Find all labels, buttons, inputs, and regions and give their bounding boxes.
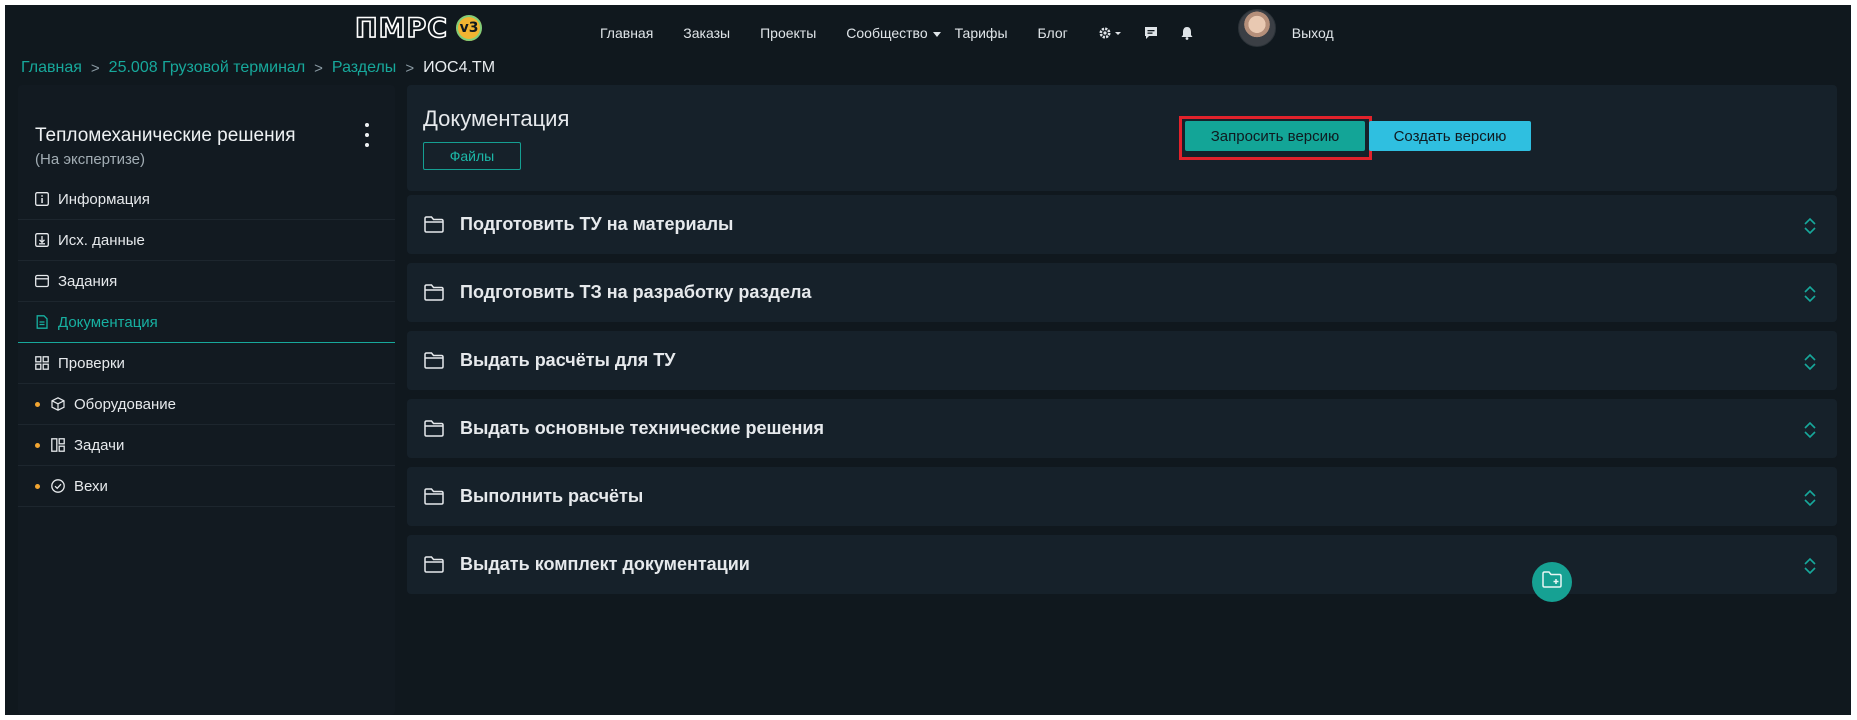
folder-label: Подготовить ТЗ на разработку раздела — [460, 282, 812, 302]
info-icon — [35, 192, 49, 206]
folder-icon — [424, 216, 444, 233]
sidebar-item-label: Вехи — [74, 477, 108, 495]
breadcrumb-current: ИОС4.ТМ — [423, 59, 496, 76]
expand-toggle-icon[interactable] — [1803, 557, 1817, 575]
sidebar-item-label: Задания — [58, 272, 118, 290]
grid-icon — [35, 356, 49, 370]
folder-label: Выдать основные технические решения — [460, 418, 824, 438]
sidebar-menu: Информация Исх. данные Задания Документа… — [18, 179, 395, 507]
nav-projects[interactable]: Проекты — [760, 25, 816, 41]
breadcrumb-separator: > — [90, 59, 100, 77]
sidebar-item-label: Информация — [58, 190, 150, 208]
section-header: Тепломеханические решения (На экспертизе… — [35, 125, 296, 168]
request-version-button[interactable]: Запросить версию — [1185, 121, 1365, 151]
chat-icon[interactable] — [1144, 26, 1158, 40]
add-folder-icon — [1542, 571, 1562, 593]
sidebar-item-equipment[interactable]: Оборудование — [18, 384, 395, 425]
breadcrumb-home[interactable]: Главная — [21, 59, 82, 77]
sidebar-item-label: Оборудование — [74, 395, 177, 413]
section-sidebar: Тепломеханические решения (На экспертизе… — [18, 85, 395, 715]
breadcrumb-separator: > — [405, 59, 415, 77]
app-window: ПМРС v3 Главная Заказы Проекты Сообществ… — [5, 5, 1851, 715]
breadcrumb-sections[interactable]: Разделы — [332, 59, 396, 77]
logo[interactable]: ПМРС v3 — [354, 12, 485, 45]
sidebar-item-label: Документация — [58, 313, 158, 331]
settings-gear-icon[interactable] — [1098, 26, 1122, 40]
status-dot — [35, 483, 40, 489]
folder-row[interactable]: Выполнить расчёты — [407, 467, 1837, 526]
expand-toggle-icon[interactable] — [1803, 421, 1817, 439]
sidebar-item-label: Исх. данные — [58, 231, 145, 249]
check-circle-icon — [51, 479, 65, 493]
nav-tariffs[interactable]: Тарифы — [955, 25, 1008, 41]
folder-row[interactable]: Выдать комплект документации — [407, 535, 1837, 594]
folder-icon — [424, 488, 444, 505]
documentation-header: Документация Файлы Запросить версию Созд… — [407, 85, 1837, 191]
folder-icon — [424, 420, 444, 437]
folder-row[interactable]: Выдать расчёты для ТУ — [407, 331, 1837, 390]
cube-icon — [51, 397, 65, 411]
folder-row[interactable]: Подготовить ТУ на материалы — [407, 195, 1837, 254]
breadcrumb-separator: > — [314, 59, 323, 77]
expand-toggle-icon[interactable] — [1803, 285, 1817, 303]
folder-row[interactable]: Подготовить ТЗ на разработку раздела — [407, 263, 1837, 322]
sidebar-item-documentation[interactable]: Документация — [18, 302, 395, 343]
kanban-icon — [51, 438, 65, 452]
nav-community[interactable]: Сообщество — [846, 25, 940, 41]
breadcrumb-project[interactable]: 25.008 Грузовой терминал — [109, 59, 305, 77]
folder-list: Подготовить ТУ на материалы Подготовить … — [407, 195, 1837, 603]
status-dot — [35, 442, 40, 448]
sidebar-item-checks[interactable]: Проверки — [18, 343, 395, 384]
sidebar-item-label: Задачи — [74, 436, 125, 454]
folder-icon — [424, 284, 444, 301]
folder-icon — [424, 352, 444, 369]
section-status: (На экспертизе) — [35, 151, 145, 168]
add-folder-button[interactable] — [1532, 562, 1572, 602]
logout-link[interactable]: Выход — [1292, 25, 1334, 41]
expand-toggle-icon[interactable] — [1803, 217, 1817, 235]
breadcrumb: Главная > 25.008 Грузовой терминал > Раз… — [21, 59, 495, 77]
sidebar-item-label: Проверки — [58, 354, 125, 372]
folder-label: Выполнить расчёты — [460, 486, 644, 506]
nav-home[interactable]: Главная — [600, 25, 653, 41]
top-navbar: ПМРС v3 Главная Заказы Проекты Сообществ… — [5, 5, 1851, 49]
sidebar-item-todo[interactable]: Задачи — [18, 425, 395, 466]
folder-label: Подготовить ТУ на материалы — [460, 214, 734, 234]
sidebar-item-tasks[interactable]: Задания — [18, 261, 395, 302]
user-avatar[interactable] — [1237, 9, 1276, 47]
expand-toggle-icon[interactable] — [1803, 353, 1817, 371]
nav-blog[interactable]: Блог — [1038, 25, 1068, 41]
create-version-button[interactable]: Создать версию — [1369, 121, 1531, 151]
download-box-icon — [35, 233, 49, 247]
main-nav: Главная Заказы Проекты Сообщество Тарифы… — [600, 9, 1364, 47]
logo-badge: v3 — [454, 13, 485, 43]
page-title: Документация — [423, 106, 570, 131]
sidebar-item-milestones[interactable]: Вехи — [18, 466, 395, 507]
nav-orders[interactable]: Заказы — [683, 25, 730, 41]
folder-icon — [424, 556, 444, 573]
status-dot — [35, 401, 40, 407]
window-icon — [35, 274, 49, 288]
folder-label: Выдать комплект документации — [460, 554, 750, 574]
folder-row[interactable]: Выдать основные технические решения — [407, 399, 1837, 458]
logo-badge-text: v3 — [459, 20, 479, 36]
expand-toggle-icon[interactable] — [1803, 489, 1817, 507]
bell-icon[interactable] — [1180, 26, 1194, 40]
section-title: Тепломеханические решения — [35, 125, 296, 146]
more-options-icon[interactable] — [359, 123, 375, 147]
files-button[interactable]: Файлы — [423, 142, 521, 170]
sidebar-item-info[interactable]: Информация — [18, 179, 395, 220]
sidebar-item-input-data[interactable]: Исх. данные — [18, 220, 395, 261]
document-icon — [35, 315, 49, 329]
folder-label: Выдать расчёты для ТУ — [460, 350, 676, 370]
logo-text: ПМРС — [354, 12, 449, 45]
